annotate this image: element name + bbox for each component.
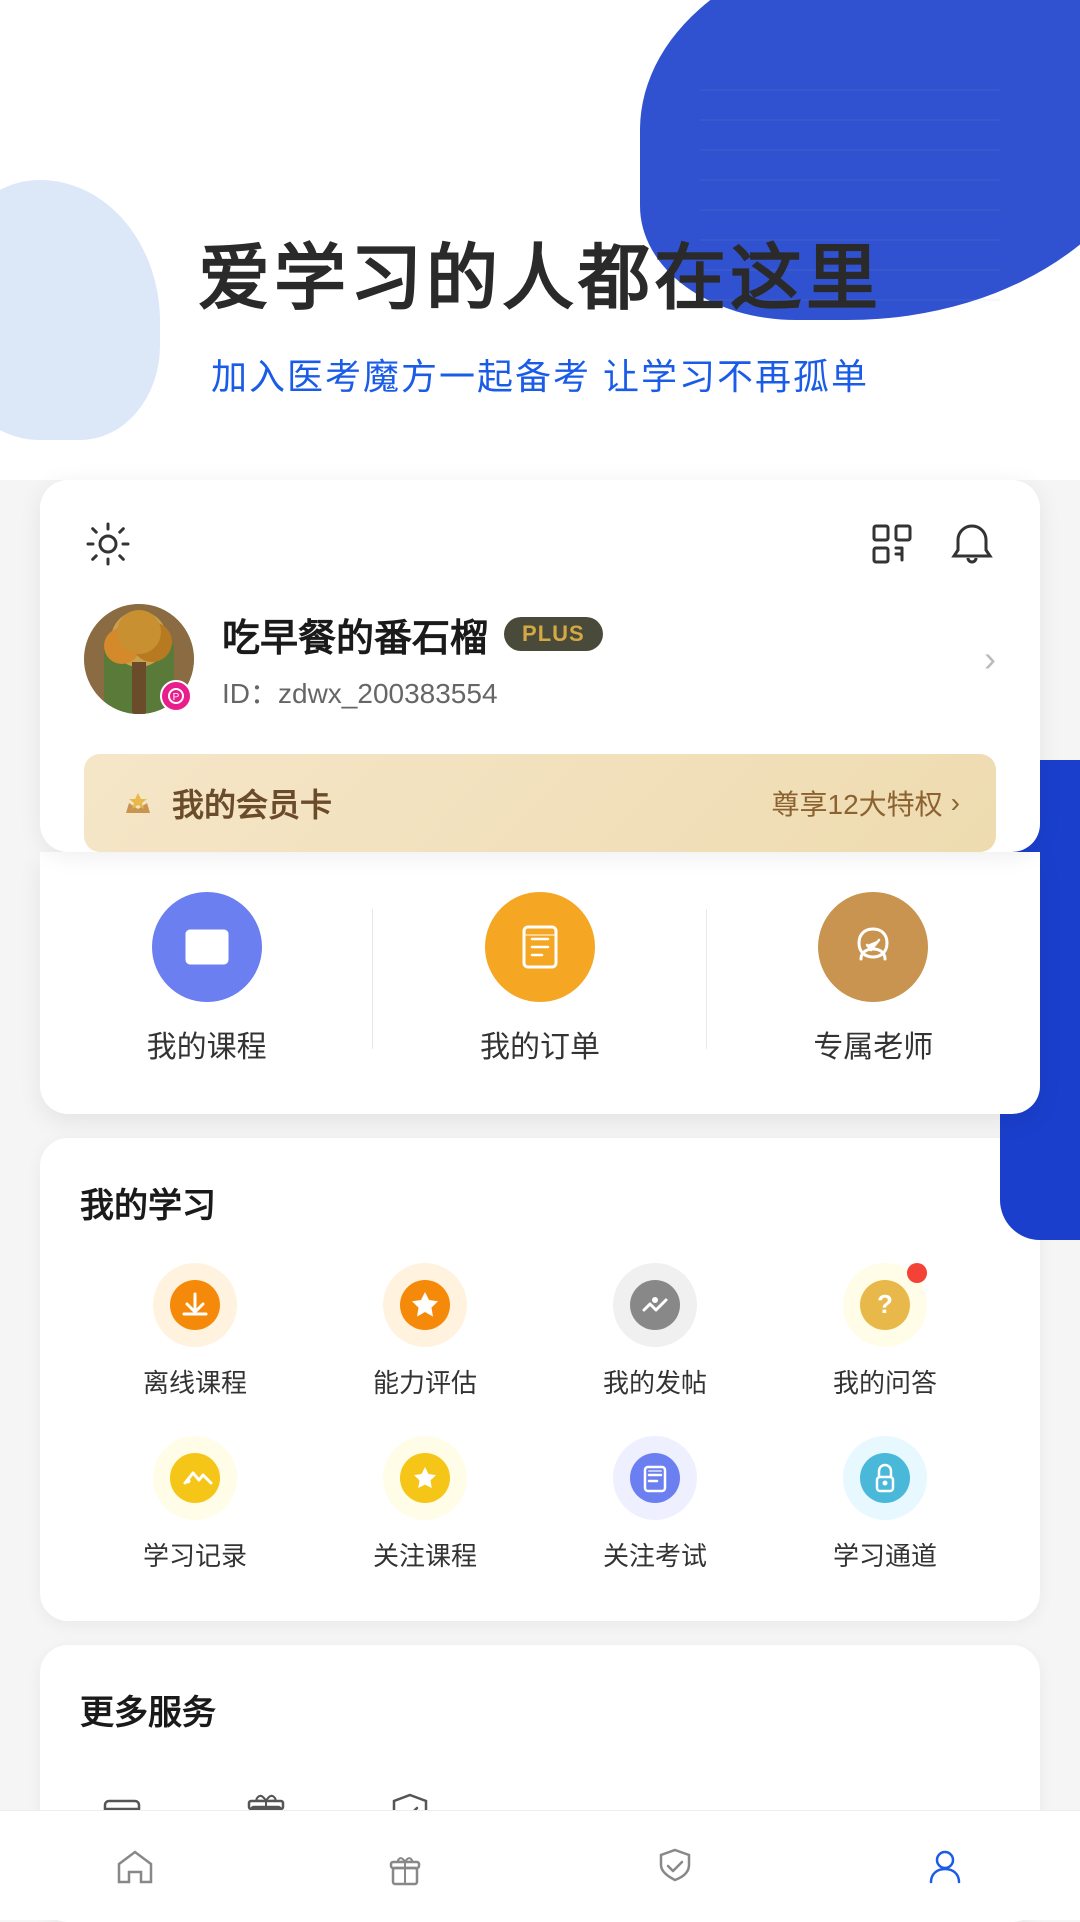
user-info: 吃早餐的番石榴 PLUS ID：zdwx_200383554	[222, 607, 956, 712]
orders-label: 我的订单	[480, 1022, 600, 1066]
grid-item-post[interactable]: 我的发帖	[540, 1263, 770, 1400]
user-id: ID：zdwx_200383554	[222, 672, 956, 712]
grid-item-follow-exam[interactable]: 关注考试	[540, 1436, 770, 1573]
offline-label: 离线课程	[143, 1363, 247, 1400]
channel-label: 学习通道	[833, 1536, 937, 1573]
tab-home[interactable]	[0, 1811, 270, 1920]
grid-item-offline[interactable]: 离线课程	[80, 1263, 310, 1400]
scan-icon[interactable]	[868, 520, 916, 568]
quick-action-orders[interactable]: 我的订单	[373, 892, 706, 1066]
post-icon	[613, 1263, 697, 1347]
notification-icon[interactable]	[948, 520, 996, 568]
member-card[interactable]: 我的会员卡 尊享12大特权 ›	[84, 754, 996, 852]
tab-verify[interactable]	[540, 1811, 810, 1920]
card-header	[84, 520, 996, 568]
card-header-icons	[868, 520, 996, 568]
courses-icon	[152, 892, 262, 1002]
settings-icon[interactable]	[84, 520, 132, 568]
channel-icon	[843, 1436, 927, 1520]
privilege-chevron: ›	[951, 787, 960, 819]
user-name-row: 吃早餐的番石榴 PLUS	[222, 607, 956, 662]
grid-item-qa[interactable]: ? 我的问答	[770, 1263, 1000, 1400]
avatar-badge: P	[160, 680, 192, 712]
grid-item-eval[interactable]: 能力评估	[310, 1263, 540, 1400]
member-card-left: 我的会员卡	[120, 780, 332, 826]
qa-notification-dot	[907, 1263, 927, 1283]
profile-card: P 吃早餐的番石榴 PLUS ID：zdwx_200383554 › 我的会员卡…	[40, 480, 1040, 852]
tab-bar	[0, 1810, 1080, 1920]
svg-text:?: ?	[877, 1289, 893, 1319]
hero-title: 爱学习的人都在这里	[0, 219, 1080, 324]
quick-actions: 我的课程 我的订单 专属老师	[40, 852, 1040, 1114]
tab-profile[interactable]	[810, 1811, 1080, 1920]
avatar-wrap: P	[84, 604, 194, 714]
eval-label: 能力评估	[373, 1363, 477, 1400]
offline-icon	[153, 1263, 237, 1347]
quick-action-courses[interactable]: 我的课程	[40, 892, 373, 1066]
qa-icon-grid: ?	[843, 1263, 927, 1347]
profile-chevron-icon: ›	[984, 638, 996, 680]
follow-exam-icon	[613, 1436, 697, 1520]
follow-course-label: 关注课程	[373, 1536, 477, 1573]
follow-course-icon	[383, 1436, 467, 1520]
courses-label: 我的课程	[147, 1022, 267, 1066]
study-grid: 离线课程 能力评估 我的发帖	[80, 1263, 1000, 1573]
privilege-text: 尊享12大特权	[772, 783, 943, 823]
study-section: 我的学习 离线课程 能力评估	[40, 1138, 1040, 1621]
hero-section: 爱学习的人都在这里 加入医考魔方一起备考 让学习不再孤单	[0, 0, 1080, 480]
orders-icon	[485, 892, 595, 1002]
teacher-label: 专属老师	[813, 1022, 933, 1066]
quick-action-teacher[interactable]: 专属老师	[707, 892, 1040, 1066]
hero-subtitle: 加入医考魔方一起备考 让学习不再孤单	[0, 348, 1080, 400]
post-label: 我的发帖	[603, 1363, 707, 1400]
svg-text:P: P	[173, 692, 180, 703]
member-card-label: 我的会员卡	[172, 780, 332, 826]
follow-exam-label: 关注考试	[603, 1536, 707, 1573]
username: 吃早餐的番石榴	[222, 607, 488, 662]
record-label: 学习记录	[143, 1536, 247, 1573]
grid-item-record[interactable]: 学习记录	[80, 1436, 310, 1573]
study-section-title: 我的学习	[80, 1178, 1000, 1227]
record-icon	[153, 1436, 237, 1520]
hero-text: 爱学习的人都在这里 加入医考魔方一起备考 让学习不再孤单	[0, 219, 1080, 400]
tab-gift[interactable]	[270, 1811, 540, 1920]
grid-item-follow-course[interactable]: 关注课程	[310, 1436, 540, 1573]
more-section-title: 更多服务	[80, 1685, 1000, 1734]
user-row[interactable]: P 吃早餐的番石榴 PLUS ID：zdwx_200383554 ›	[84, 604, 996, 714]
member-privilege: 尊享12大特权 ›	[772, 783, 960, 823]
eval-icon	[383, 1263, 467, 1347]
plus-badge: PLUS	[504, 617, 603, 651]
teacher-icon	[818, 892, 928, 1002]
qa-label-grid: 我的问答	[833, 1363, 937, 1400]
grid-item-channel[interactable]: 学习通道	[770, 1436, 1000, 1573]
